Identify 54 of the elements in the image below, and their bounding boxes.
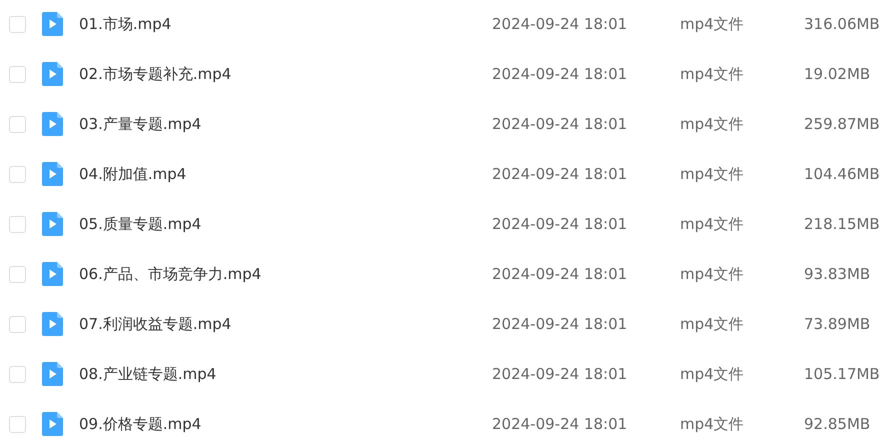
modified-date: 2024-09-24 18:01 — [492, 264, 628, 283]
modified-date: 2024-09-24 18:01 — [492, 314, 628, 333]
file-name[interactable]: 01.市场.mp4 — [79, 14, 172, 33]
file-size: 316.06MB — [804, 14, 880, 33]
video-file-icon — [42, 12, 63, 36]
video-file-icon — [42, 262, 63, 286]
video-file-icon — [42, 112, 63, 136]
checkbox[interactable] — [9, 116, 26, 132]
file-type: mp4文件 — [680, 414, 744, 433]
file-type: mp4文件 — [680, 114, 744, 133]
checkbox[interactable] — [9, 266, 26, 282]
file-size: 73.89MB — [804, 314, 870, 333]
video-file-icon — [42, 62, 63, 86]
checkbox[interactable] — [9, 166, 26, 182]
modified-date: 2024-09-24 18:01 — [492, 114, 628, 133]
file-type: mp4文件 — [680, 214, 744, 233]
file-size: 259.87MB — [804, 114, 880, 133]
modified-date: 2024-09-24 18:01 — [492, 414, 628, 433]
file-size: 19.02MB — [804, 64, 870, 83]
file-type: mp4文件 — [680, 314, 744, 333]
file-name[interactable]: 04.附加值.mp4 — [79, 164, 186, 183]
checkbox[interactable] — [9, 216, 26, 232]
file-name[interactable]: 03.产量专题.mp4 — [79, 114, 202, 133]
file-size: 218.15MB — [804, 214, 880, 233]
checkbox[interactable] — [9, 66, 26, 82]
video-file-icon — [42, 212, 63, 236]
file-type: mp4文件 — [680, 264, 744, 283]
video-file-icon — [42, 362, 63, 386]
modified-date: 2024-09-24 18:01 — [492, 14, 628, 33]
file-name[interactable]: 05.质量专题.mp4 — [79, 214, 202, 233]
file-size: 93.83MB — [804, 264, 870, 283]
video-file-icon — [42, 312, 63, 336]
file-name[interactable]: 08.产业链专题.mp4 — [79, 364, 216, 383]
file-type: mp4文件 — [680, 14, 744, 33]
file-name[interactable]: 06.产品、市场竞争力.mp4 — [79, 264, 262, 283]
modified-date: 2024-09-24 18:01 — [492, 214, 628, 233]
file-name[interactable]: 02.市场专题补充.mp4 — [79, 64, 232, 83]
file-type: mp4文件 — [680, 164, 744, 183]
file-type: mp4文件 — [680, 364, 744, 383]
checkbox[interactable] — [9, 366, 26, 382]
video-file-icon — [42, 162, 63, 186]
checkbox[interactable] — [9, 16, 26, 32]
checkbox[interactable] — [9, 416, 26, 432]
file-size: 104.46MB — [804, 164, 880, 183]
file-size: 105.17MB — [804, 364, 880, 383]
file-size: 92.85MB — [804, 414, 870, 433]
modified-date: 2024-09-24 18:01 — [492, 164, 628, 183]
modified-date: 2024-09-24 18:01 — [492, 64, 628, 83]
checkbox[interactable] — [9, 316, 26, 332]
file-name[interactable]: 09.价格专题.mp4 — [79, 414, 202, 433]
video-file-icon — [42, 412, 63, 436]
modified-date: 2024-09-24 18:01 — [492, 364, 628, 383]
file-name[interactable]: 07.利润收益专题.mp4 — [79, 314, 232, 333]
file-type: mp4文件 — [680, 64, 744, 83]
